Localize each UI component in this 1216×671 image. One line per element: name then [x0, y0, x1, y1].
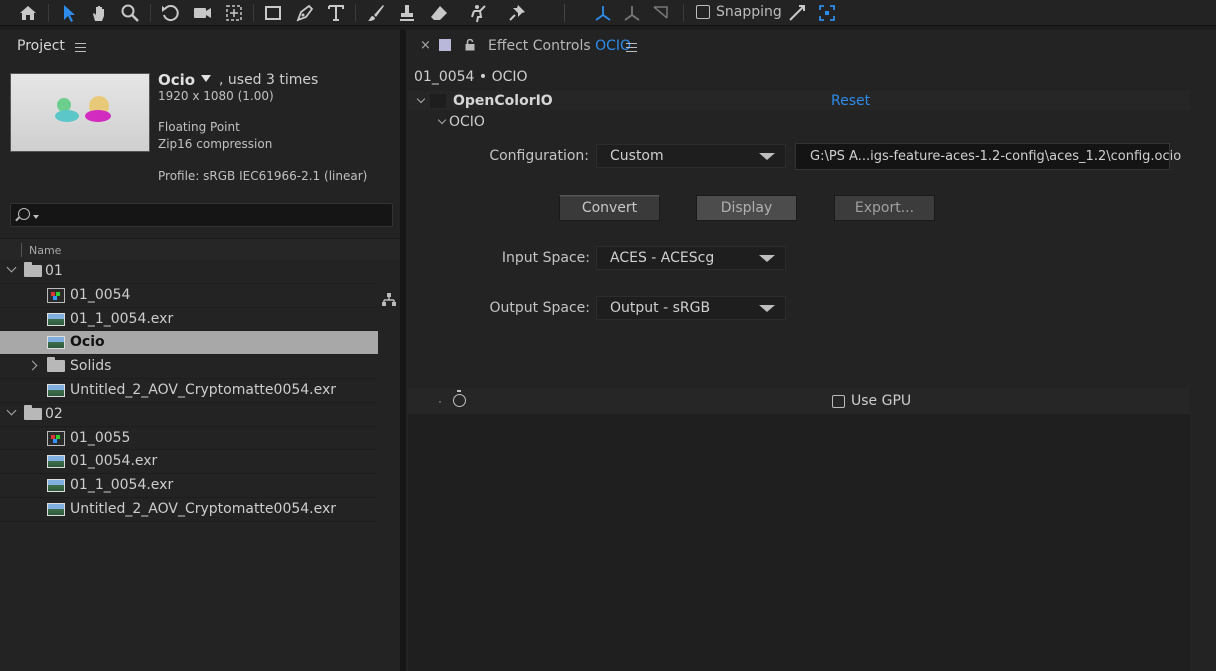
effect-toggle-box[interactable] [430, 94, 446, 108]
item-resolution: 1920 x 1080 (1.00) [158, 89, 274, 103]
expand-chevron-icon[interactable] [27, 360, 38, 371]
list-item-footage-selected[interactable]: Ocio [0, 331, 378, 356]
item-compression: Zip16 compression [158, 137, 273, 151]
hand-tool-icon[interactable] [85, 0, 113, 26]
effect-controls-tab[interactable]: Effect Controls OCIO [488, 38, 631, 54]
snapping-label: Snapping [716, 4, 782, 20]
use-gpu-checkbox[interactable] [832, 395, 845, 408]
composition-icon [47, 430, 65, 446]
rectangle-tool-icon[interactable] [259, 0, 287, 26]
camera-tool-icon[interactable] [188, 0, 216, 26]
use-gpu-label: Use GPU [851, 393, 912, 409]
export-button[interactable]: Export... [834, 195, 935, 221]
folder-icon [24, 262, 42, 277]
group-expand-chevron-icon[interactable] [437, 115, 447, 125]
configuration-label: Configuration: [489, 148, 589, 164]
search-options-icon[interactable] [33, 215, 39, 219]
project-items-list: 01 01_0054 01_1_0054.exr Ocio Solids Unt… [0, 260, 378, 522]
lock-icon[interactable] [465, 39, 475, 51]
effect-name: OpenColorIO [453, 93, 553, 109]
close-panel-icon[interactable]: × [420, 38, 431, 53]
rotation-tool-icon[interactable] [156, 0, 184, 26]
footage-icon [47, 383, 65, 397]
zoom-tool-icon[interactable] [116, 0, 144, 26]
project-search-input[interactable] [10, 203, 393, 227]
project-panel: Project Ocio , used 3 times 1920 x 1080 … [0, 30, 400, 671]
footage-icon [47, 455, 65, 469]
item-profile: Profile: sRGB IEC61966-2.1 (linear) [158, 169, 368, 183]
stopwatch-icon[interactable] [453, 390, 466, 407]
effect-controls-panel: × Effect Controls OCIO 01_0054 • OCIO Op… [406, 30, 1216, 671]
list-item-folder-solids[interactable]: Solids [0, 355, 378, 379]
chevron-down-icon [759, 153, 775, 160]
display-button[interactable]: Display [696, 195, 797, 221]
puppet-pin-tool-icon[interactable] [503, 0, 531, 26]
chevron-down-icon [759, 305, 775, 312]
footage-icon [47, 479, 65, 493]
type-tool-icon[interactable] [322, 0, 350, 26]
list-item-footage[interactable]: Untitled_2_AOV_Cryptomatte0054.exr [0, 498, 378, 522]
item-usage-dropdown-icon[interactable] [201, 75, 211, 82]
project-panel-title[interactable]: Project [17, 38, 65, 54]
list-item-comp[interactable]: 01_0055 [0, 427, 378, 451]
input-space-label: Input Space: [501, 250, 590, 266]
expand-chevron-icon[interactable] [6, 405, 17, 416]
name-column-header[interactable]: Name [0, 238, 400, 260]
item-usage: , used 3 times [219, 72, 319, 88]
layer-breadcrumb: 01_0054 • OCIO [414, 69, 528, 85]
pen-tool-icon[interactable] [291, 0, 319, 26]
layer-color-swatch [439, 39, 451, 51]
view-axis-icon[interactable] [647, 0, 675, 26]
item-name: Ocio [158, 71, 196, 89]
list-item-footage[interactable]: 01_1_0054.exr [0, 308, 378, 332]
home-icon[interactable] [14, 0, 42, 26]
folder-icon [24, 404, 42, 420]
snap-options-icon[interactable] [783, 0, 811, 26]
project-panel-menu-icon[interactable] [75, 43, 86, 52]
roto-brush-tool-icon[interactable] [465, 0, 493, 26]
expand-chevron-icon[interactable] [6, 262, 17, 273]
item-thumbnail [10, 73, 150, 152]
effect-controls-empty-area [408, 414, 1190, 671]
brush-tool-icon[interactable] [362, 0, 390, 26]
config-path-field[interactable]: G:\PS A...igs-feature-aces-1.2-config\ac… [795, 143, 1181, 170]
reset-link[interactable]: Reset [831, 93, 870, 109]
local-axis-icon[interactable] [589, 0, 617, 26]
item-depth: Floating Point [158, 120, 240, 134]
convert-button[interactable]: Convert [559, 195, 660, 221]
effect-controls-menu-icon[interactable] [626, 43, 637, 52]
clone-stamp-tool-icon[interactable] [393, 0, 421, 26]
output-space-dropdown[interactable]: Output - sRGB [596, 296, 786, 320]
tools-toolbar: Snapping [0, 0, 1216, 26]
chevron-down-icon [759, 255, 775, 262]
snap-target-icon[interactable] [813, 0, 841, 26]
footage-icon [47, 336, 65, 350]
use-gpu-row [408, 388, 1190, 414]
pan-behind-tool-icon[interactable] [220, 0, 248, 26]
search-icon [18, 208, 30, 220]
list-item-footage[interactable]: 01_1_0054.exr [0, 474, 378, 498]
eraser-tool-icon[interactable] [425, 0, 453, 26]
composition-icon [47, 287, 65, 303]
list-item-footage[interactable]: 01_0054.exr [0, 450, 378, 475]
configuration-dropdown[interactable]: Custom [596, 144, 786, 168]
folder-icon [47, 357, 65, 373]
input-space-dropdown[interactable]: ACES - ACEScg [596, 246, 786, 270]
footage-icon [47, 502, 65, 516]
selection-tool-icon[interactable] [55, 0, 83, 26]
ocio-group-label: OCIO [449, 114, 485, 130]
list-item-footage[interactable]: Untitled_2_AOV_Cryptomatte0054.exr [0, 379, 378, 403]
list-item-folder-01[interactable]: 01 [0, 260, 378, 284]
list-item-comp[interactable]: 01_0054 [0, 284, 378, 308]
snapping-checkbox[interactable] [696, 5, 710, 19]
output-space-label: Output Space: [489, 300, 590, 316]
footage-icon [47, 312, 65, 326]
list-item-folder-02[interactable]: 02 [0, 403, 378, 427]
world-axis-icon[interactable] [618, 0, 646, 26]
